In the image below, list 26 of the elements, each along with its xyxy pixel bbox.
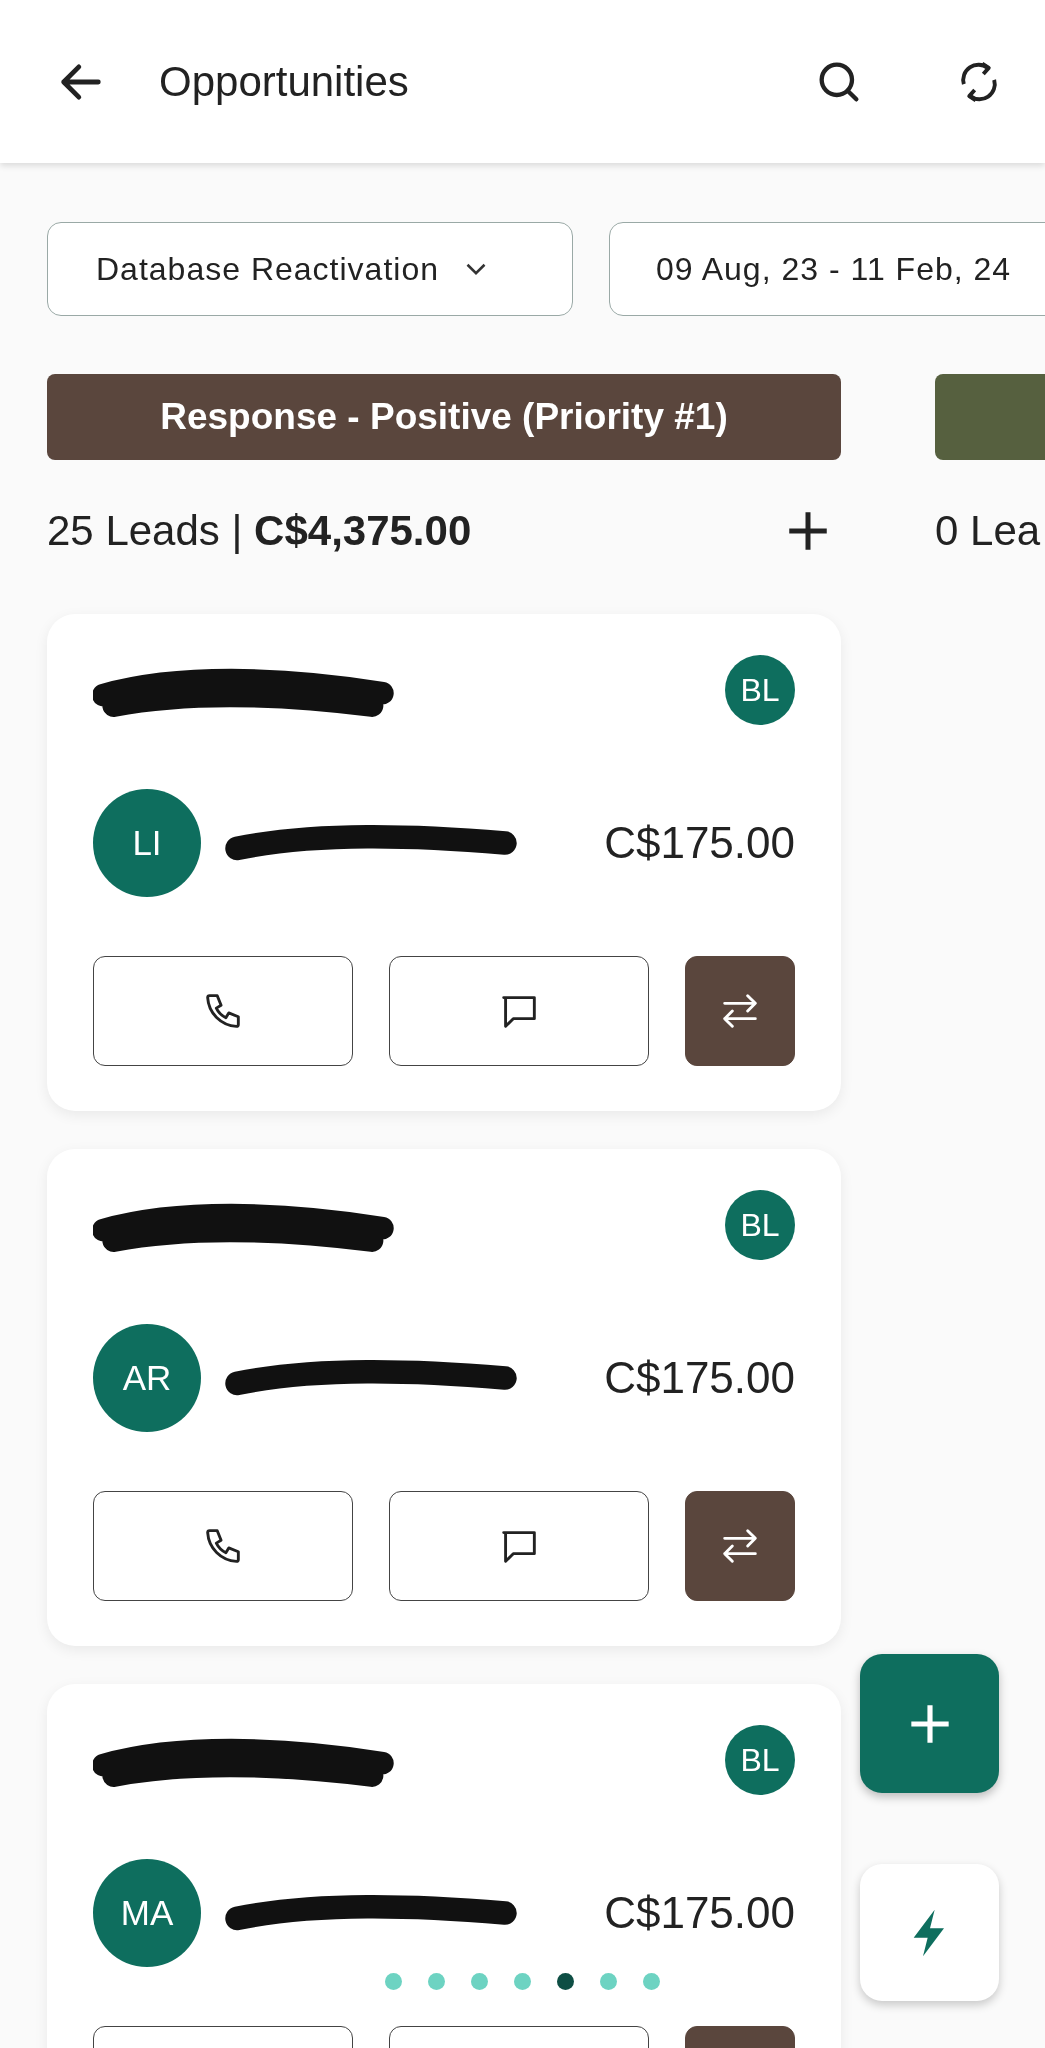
avatar: AR <box>93 1324 201 1432</box>
owner-badge: BL <box>725 655 795 725</box>
avatar: LI <box>93 789 201 897</box>
owner-badge: BL <box>725 1725 795 1795</box>
call-button[interactable] <box>93 1491 353 1601</box>
date-range-field[interactable]: 09 Aug, 23 - 11 Feb, 24 <box>609 222 1045 316</box>
lead-card[interactable]: BL LI C$175.00 <box>47 614 841 1111</box>
lead-amount: C$175.00 <box>604 1888 795 1938</box>
lead-card[interactable]: BL MA C$175.00 <box>47 1684 841 2048</box>
message-button[interactable] <box>389 1491 649 1601</box>
move-button[interactable] <box>685 956 795 1066</box>
avatar: MA <box>93 1859 201 1967</box>
lead-amount: C$175.00 <box>604 818 795 868</box>
message-button[interactable] <box>389 956 649 1066</box>
move-button[interactable] <box>685 1491 795 1601</box>
stage-header: Response - Positive (Priority #1) <box>47 374 841 460</box>
lead-card[interactable]: BL AR C$175.00 <box>47 1149 841 1646</box>
stage-summary: 0 Lea <box>935 507 1041 555</box>
stage-summary: 25 Leads | C$4,375.00 <box>47 507 472 555</box>
lead-amount: C$175.00 <box>604 1353 795 1403</box>
pipeline-dropdown[interactable]: Database Reactivation <box>47 222 573 316</box>
quick-action-button[interactable] <box>860 1864 999 2001</box>
add-button[interactable] <box>860 1654 999 1793</box>
owner-badge: BL <box>725 1190 795 1260</box>
call-button[interactable] <box>93 956 353 1066</box>
screen-title: Opportunities <box>159 57 409 106</box>
